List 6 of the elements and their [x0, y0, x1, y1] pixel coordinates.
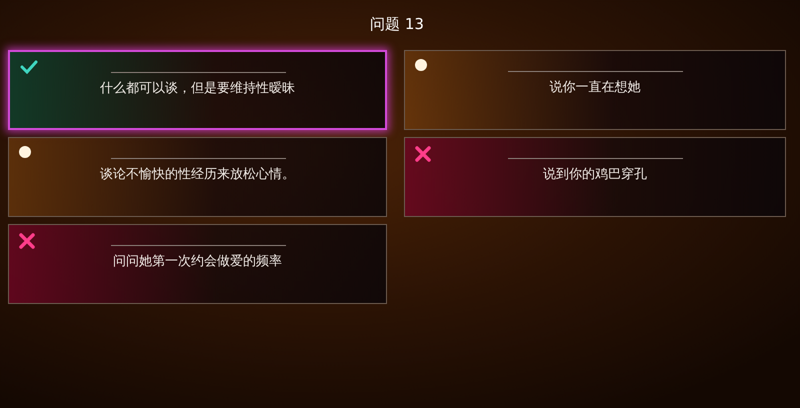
question-title: 问题 13: [370, 14, 424, 34]
answer-option[interactable]: 说到你的鸡巴穿孔: [404, 137, 786, 217]
answer-option[interactable]: 说你一直在想她: [404, 50, 786, 130]
answer-option[interactable]: 什么都可以谈，但是要维持性暧昧: [8, 50, 387, 130]
answer-option[interactable]: 谈论不愉快的性经历来放松心情。: [8, 137, 387, 217]
answer-option[interactable]: 问问她第一次约会做爱的频率: [8, 224, 387, 304]
